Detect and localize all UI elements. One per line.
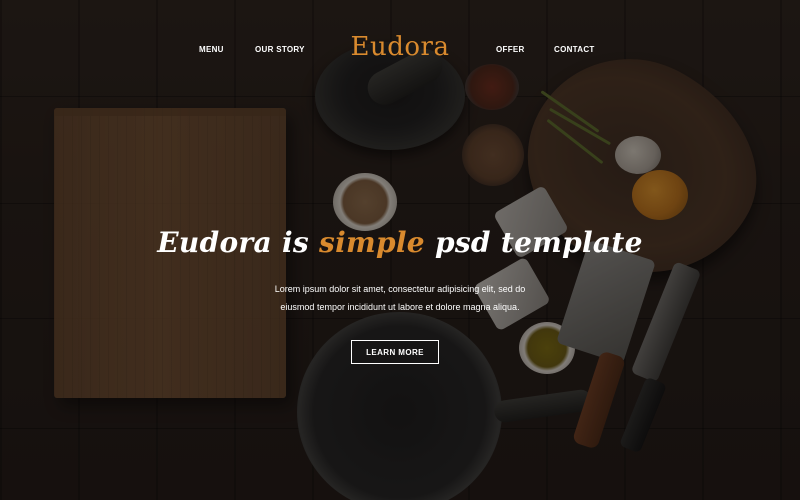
hero-description: Lorem ipsum dolor sit amet, consectetur … (0, 280, 800, 316)
headline-post: psd template (434, 226, 643, 259)
nav-our-story[interactable]: OUR STORY (255, 45, 305, 54)
nav-contact[interactable]: CONTACT (554, 45, 595, 54)
headline-pre: Eudora is (157, 226, 309, 259)
nav-offer[interactable]: OFFER (496, 45, 525, 54)
hero-headline: Eudora is simple psd template (0, 226, 800, 259)
hero-description-line-1: Lorem ipsum dolor sit amet, consectetur … (274, 284, 526, 294)
headline-accent: simple (319, 226, 425, 259)
learn-more-button[interactable]: LEARN MORE (351, 340, 439, 364)
hero-description-line-2: eiusmod tempor incididunt ut labore et d… (280, 302, 520, 312)
site-logo[interactable]: Eudora (340, 32, 460, 62)
nav-menu[interactable]: MENU (199, 45, 224, 54)
